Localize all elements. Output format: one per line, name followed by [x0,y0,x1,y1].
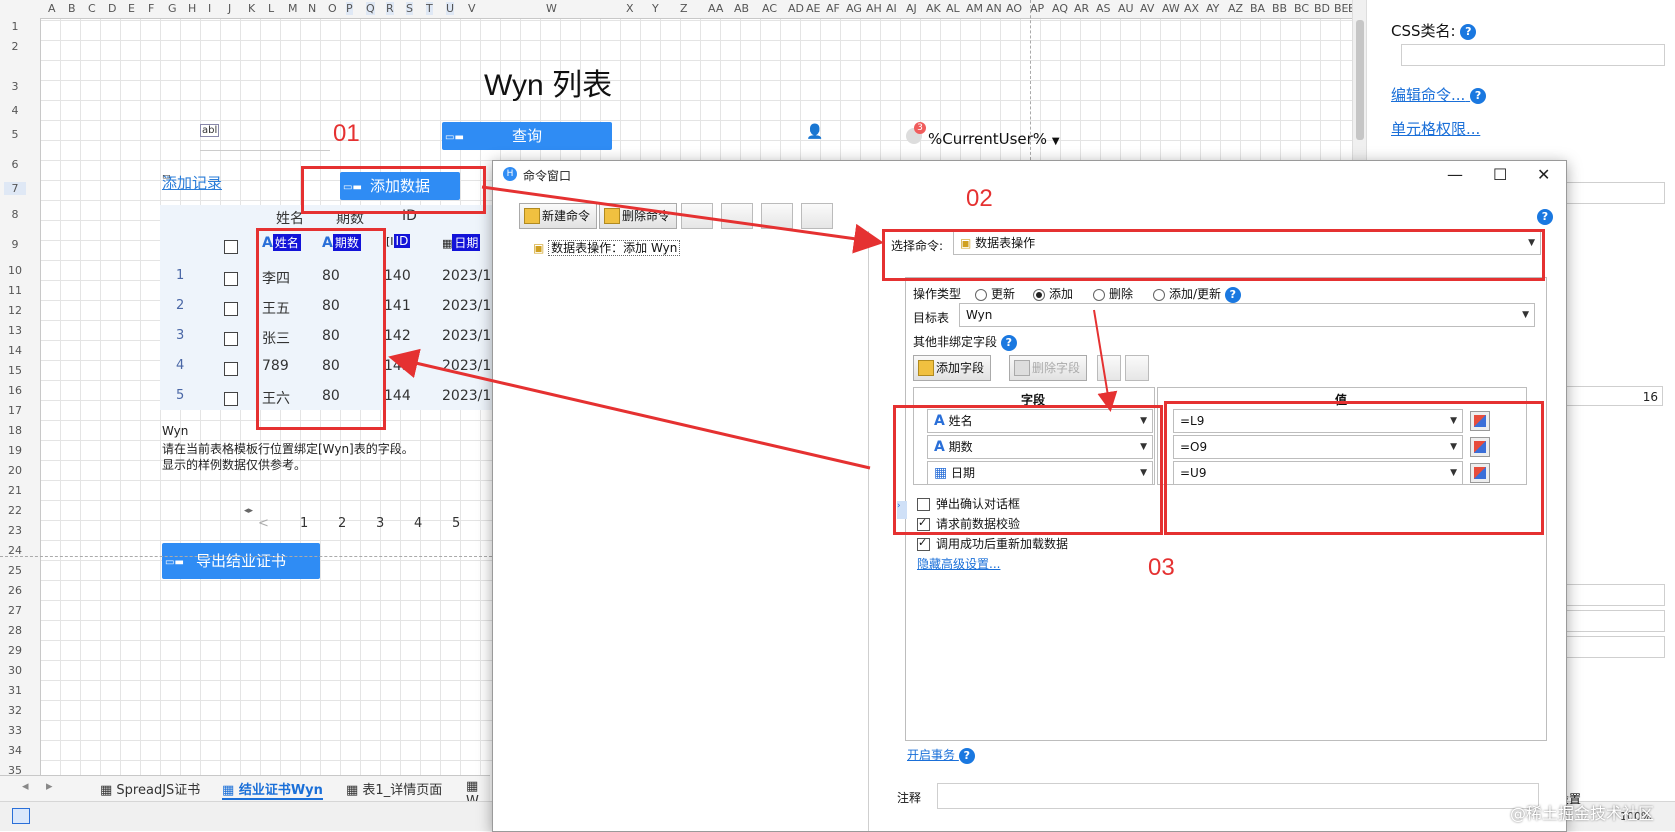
arrow-fields-to-table [388,348,871,470]
watermark: @稀土掘金技术社区 [1510,804,1655,823]
arrow-01-to-02 [481,185,884,254]
arrow-to-field-grid [1093,309,1118,412]
annotation-arrows [388,185,1118,470]
